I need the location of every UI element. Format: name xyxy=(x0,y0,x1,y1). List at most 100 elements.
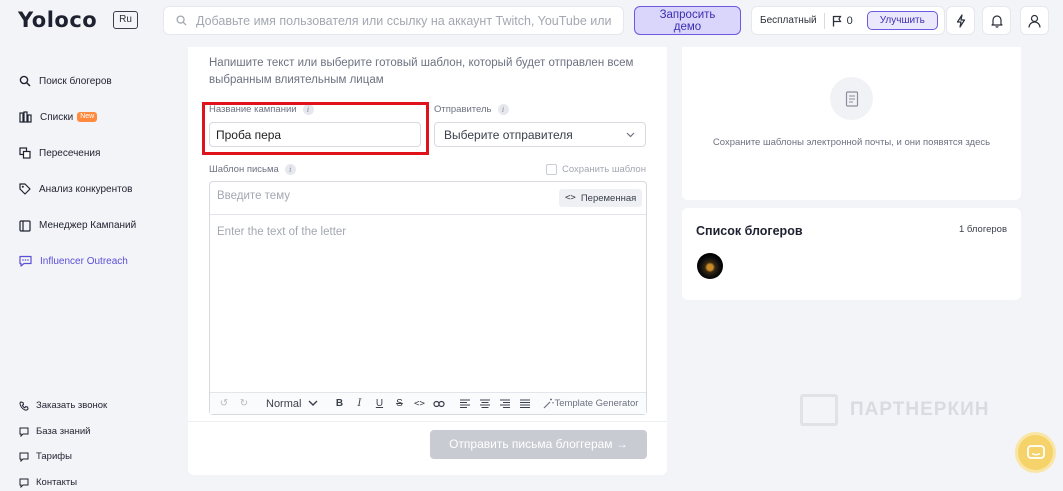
saved-templates-card: Сохраните шаблоны электронной почты, и о… xyxy=(682,47,1021,200)
sidebar-item-competitors[interactable]: Анализ конкурентов xyxy=(19,179,136,199)
demo-button-line1: Запросить xyxy=(659,9,716,21)
upgrade-button[interactable]: Улучшить xyxy=(866,11,938,30)
info-icon[interactable]: i xyxy=(284,164,296,175)
sidebar-bottom-label: Тарифы xyxy=(36,451,72,462)
contacts-icon xyxy=(19,478,29,488)
sidebar-item-influencer-outreach[interactable]: Influencer Outreach xyxy=(19,251,136,271)
divider xyxy=(188,421,667,422)
global-search xyxy=(163,6,624,35)
list-icon xyxy=(19,111,32,123)
sidebar-item-tariffs[interactable]: Тарифы xyxy=(19,451,72,462)
link-icon[interactable] xyxy=(431,396,447,412)
editor-toolbar: ↺ ↻ Normal B I U S <> Template Generator xyxy=(210,392,646,414)
format-select[interactable]: Normal xyxy=(266,396,301,412)
campaign-name-input[interactable] xyxy=(209,122,421,147)
sidebar-bottom-label: Заказать звонок xyxy=(36,400,108,411)
user-icon xyxy=(1028,14,1041,28)
sidebar-item-label: Списки xyxy=(40,111,74,123)
flag-count: 0 xyxy=(846,14,853,27)
bloggers-list-title: Список блогеров xyxy=(696,224,803,238)
variable-button[interactable]: <> Переменная xyxy=(559,189,643,207)
lightning-button[interactable] xyxy=(946,6,975,35)
sidebar-item-campaign-manager[interactable]: Менеджер Кампаний xyxy=(19,215,136,235)
subject-row: <> Переменная xyxy=(210,182,646,215)
email-body-input[interactable] xyxy=(210,216,646,392)
italic-icon[interactable]: I xyxy=(351,396,367,412)
bloggers-count: 1 блогеров xyxy=(958,224,1007,235)
email-editor: <> Переменная ↺ ↻ Normal B I U S <> xyxy=(209,181,647,415)
sidebar-bottom-label: Контакты xyxy=(36,477,78,488)
search-icon xyxy=(176,15,187,26)
sidebar-item-search[interactable]: Поиск блогеров xyxy=(19,71,136,91)
subject-input[interactable] xyxy=(217,190,547,202)
calendar-icon xyxy=(19,219,31,232)
sidebar-bottom-label: База знаний xyxy=(36,426,91,437)
profile-button[interactable] xyxy=(1020,6,1049,35)
outreach-form-card: Напишите текст или выберите готовый шабл… xyxy=(188,47,667,475)
strikethrough-icon[interactable]: S xyxy=(391,396,407,412)
sidebar-nav: Поиск блогеров Списки New Пересечения Ан… xyxy=(19,71,136,271)
chevron-down-icon xyxy=(626,132,635,138)
document-icon xyxy=(830,77,873,120)
template-generator-label: Template Generator xyxy=(554,398,639,409)
send-letters-button[interactable]: Отправить письма блоггерам → xyxy=(430,430,647,459)
align-justify-icon[interactable] xyxy=(517,396,533,412)
chevron-down-icon[interactable] xyxy=(305,396,321,412)
sidebar-item-label: Менеджер Кампаний xyxy=(39,219,137,231)
form-intro-text: Напишите текст или выберите готовый шабл… xyxy=(209,57,634,86)
lightning-icon xyxy=(956,13,965,28)
sidebar-item-order-call[interactable]: Заказать звонок xyxy=(19,400,107,411)
divider xyxy=(823,12,825,29)
avatar[interactable] xyxy=(697,253,723,279)
sidebar-item-intersections[interactable]: Пересечения xyxy=(19,143,136,163)
sidebar-item-contacts[interactable]: Контакты xyxy=(19,477,77,488)
templates-empty-message: Сохраните шаблоны электронной почты, и о… xyxy=(712,137,991,148)
template-label: Шаблон письма i xyxy=(209,164,296,175)
redo-icon[interactable]: ↻ xyxy=(236,396,252,412)
tariff-icon xyxy=(19,452,29,462)
sidebar-item-label: Поиск блогеров xyxy=(39,75,112,87)
sidebar-item-label: Influencer Outreach xyxy=(40,255,128,267)
app-logo[interactable]: Yoloco xyxy=(18,8,97,32)
sidebar-item-label: Анализ конкурентов xyxy=(39,183,133,195)
info-icon[interactable]: i xyxy=(497,104,509,115)
sidebar-item-lists[interactable]: Списки New xyxy=(19,107,136,127)
save-template-checkbox[interactable]: Сохранить шаблон xyxy=(546,164,646,175)
save-template-label: Сохранить шаблон xyxy=(562,164,646,175)
underline-icon[interactable]: U xyxy=(371,396,387,412)
search-icon xyxy=(19,75,31,87)
watermark-icon xyxy=(800,394,838,426)
sidebar-item-knowledge-base[interactable]: База знаний xyxy=(19,426,90,437)
align-right-icon[interactable] xyxy=(497,396,513,412)
tag-icon xyxy=(19,183,31,195)
checkbox[interactable] xyxy=(546,164,557,175)
watermark-text: ПАРТНЕРКИН xyxy=(850,399,990,420)
request-demo-button[interactable]: Запросить демо xyxy=(634,6,741,35)
search-input[interactable] xyxy=(196,13,616,28)
align-left-icon[interactable] xyxy=(457,396,473,412)
support-chat-button[interactable] xyxy=(1015,432,1056,473)
notifications-button[interactable] xyxy=(982,6,1011,35)
bloggers-list-card: Список блогеров 1 блогеров xyxy=(682,208,1021,300)
demo-button-line2: демо xyxy=(673,21,702,33)
sender-label: Отправитель i xyxy=(434,104,509,115)
variable-button-label: Переменная xyxy=(580,192,637,204)
plan-label: Бесплатный xyxy=(760,15,817,26)
bold-icon[interactable]: B xyxy=(331,396,347,412)
plan-box: Бесплатный 0 Улучшить xyxy=(751,6,945,35)
code-icon[interactable]: <> xyxy=(411,396,427,412)
undo-icon[interactable]: ↺ xyxy=(216,396,232,412)
sender-select[interactable]: Выберите отправителя xyxy=(434,122,646,147)
chat-icon xyxy=(19,255,32,267)
chat-icon xyxy=(1026,444,1045,459)
sidebar-item-label: Пересечения xyxy=(39,147,101,159)
book-icon xyxy=(19,427,29,437)
align-center-icon[interactable] xyxy=(477,396,493,412)
language-switch[interactable]: Ru xyxy=(113,11,138,29)
bell-icon xyxy=(990,14,1003,28)
flag-icon xyxy=(832,15,842,26)
template-generator-button[interactable]: Template Generator xyxy=(543,398,638,409)
sender-select-value: Выберите отправителя xyxy=(444,127,573,142)
sender-label-text: Отправитель xyxy=(434,104,492,115)
magic-wand-icon xyxy=(544,398,555,409)
